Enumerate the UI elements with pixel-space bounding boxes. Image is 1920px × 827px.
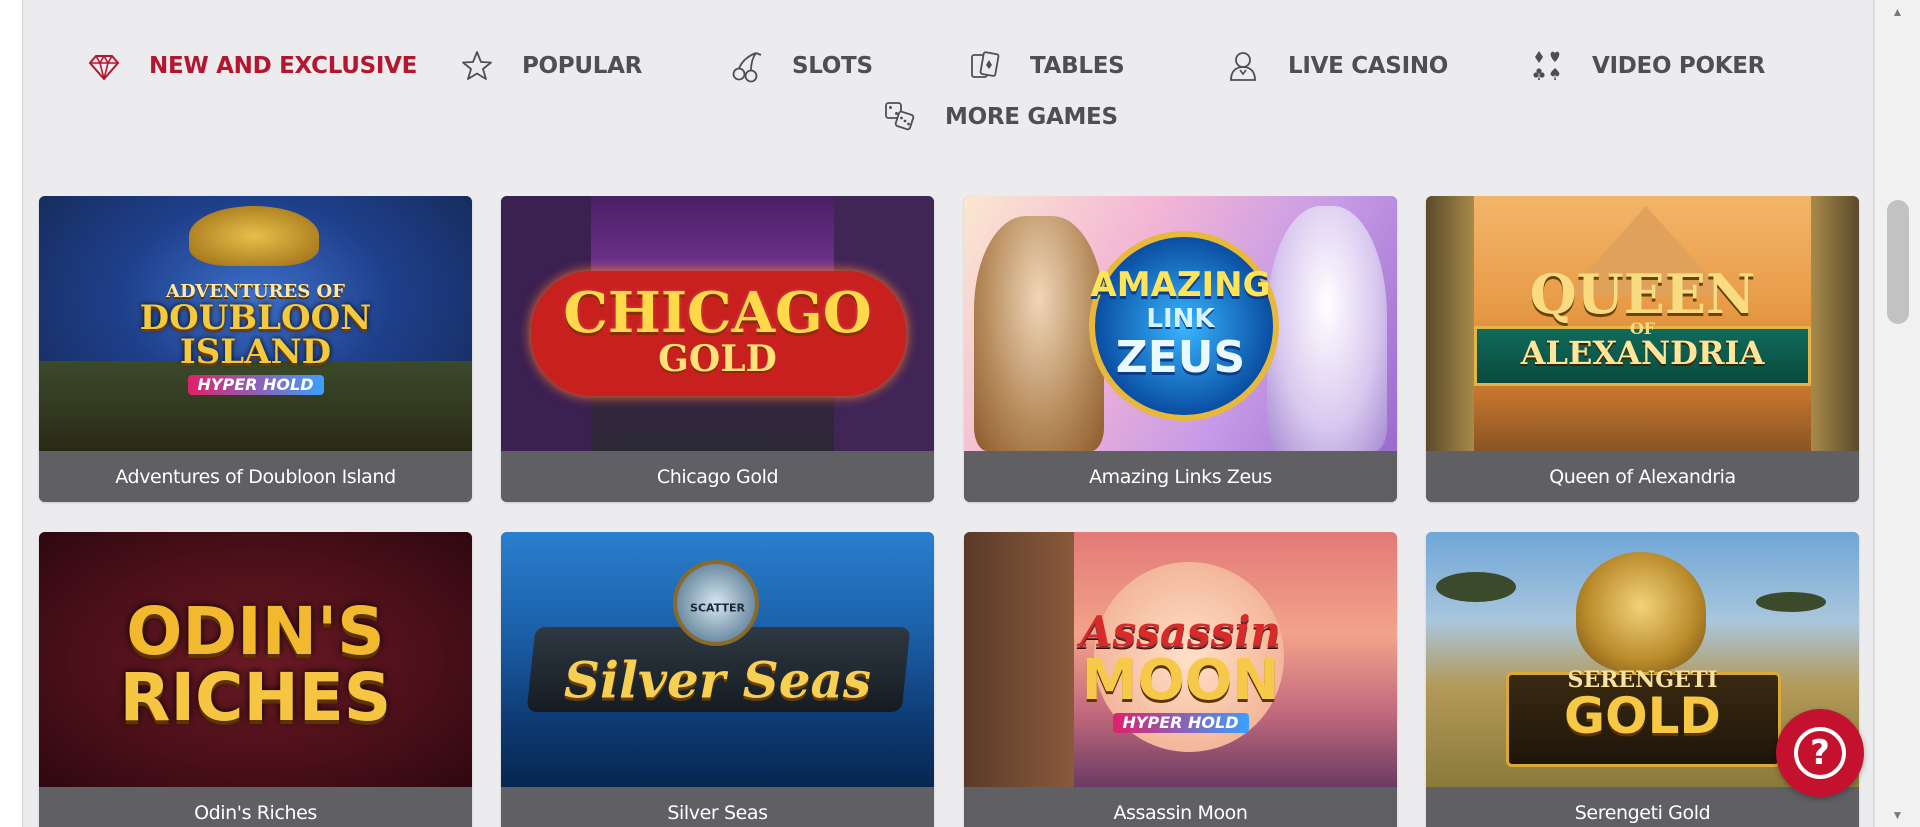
star-icon [460, 49, 494, 83]
logo-line: ISLAND [179, 331, 332, 372]
logo-line: LINK [1146, 303, 1215, 334]
nav-label: POPULAR [522, 53, 643, 79]
game-title: Silver Seas [501, 787, 934, 827]
diamond-icon [87, 49, 121, 83]
game-card-adventures-of-doubloon-island[interactable]: ADVENTURES OF DOUBLOON ISLAND HYPER HOLD… [39, 196, 472, 502]
game-card-chicago-gold[interactable]: CHICAGO GOLD Chicago Gold [501, 196, 934, 502]
vertical-scrollbar[interactable]: ▲ ▼ [1874, 0, 1920, 827]
logo-line: RICHES [119, 658, 392, 736]
game-title: Serengeti Gold [1426, 787, 1859, 827]
game-thumbnail: AMAZING LINK ZEUS [964, 196, 1397, 451]
logo-line: HYPER HOLD [187, 374, 324, 395]
game-card-odins-riches[interactable]: ODIN'S RICHES Odin's Riches [39, 532, 472, 827]
nav-item-live-casino[interactable]: LIVE CASINO [1226, 49, 1448, 83]
cards-icon [968, 49, 1002, 83]
logo-line: ODIN'S [126, 592, 385, 670]
game-title: Queen of Alexandria [1426, 451, 1859, 502]
nav-item-slots[interactable]: SLOTS [730, 49, 873, 83]
dealer-icon [1226, 49, 1260, 83]
logo-line: Silver Seas [563, 650, 872, 710]
game-card-amazing-links-zeus[interactable]: AMAZING LINK ZEUS Amazing Links Zeus [964, 196, 1397, 502]
logo-line: MOON [1081, 648, 1280, 714]
nav-item-new-and-exclusive[interactable]: NEW AND EXCLUSIVE [87, 49, 417, 83]
nav-label: LIVE CASINO [1288, 53, 1449, 79]
logo-line: GOLD [658, 338, 777, 381]
nav-label: NEW AND EXCLUSIVE [149, 53, 418, 79]
game-title: Adventures of Doubloon Island [39, 451, 472, 502]
nav-label: SLOTS [792, 53, 873, 79]
card-suits-icon [1530, 49, 1564, 83]
game-thumbnail: SCATTER Silver Seas [501, 532, 934, 787]
game-thumbnail: QUEEN OF ALEXANDRIA [1426, 196, 1859, 451]
dice-icon [883, 100, 917, 134]
game-title: Chicago Gold [501, 451, 934, 502]
scroll-up-arrow-icon[interactable]: ▲ [1892, 6, 1904, 18]
nav-label: TABLES [1030, 53, 1125, 79]
nav-label: VIDEO POKER [1592, 53, 1766, 79]
game-thumbnail: ADVENTURES OF DOUBLOON ISLAND HYPER HOLD [39, 196, 472, 451]
question-icon: ? [1794, 727, 1846, 779]
help-button[interactable]: ? [1776, 709, 1864, 797]
game-thumbnail: ODIN'S RICHES [39, 532, 472, 787]
game-card-assassin-moon[interactable]: Assassin MOON HYPER HOLD Assassin Moon [964, 532, 1397, 827]
logo-line: ZEUS [1115, 331, 1246, 383]
logo-line: SCATTER [690, 601, 745, 615]
scrollbar-thumb[interactable] [1886, 200, 1909, 324]
game-thumbnail: Assassin MOON HYPER HOLD [964, 532, 1397, 787]
nav-item-tables[interactable]: TABLES [968, 49, 1125, 83]
nav-item-popular[interactable]: POPULAR [460, 49, 642, 83]
logo-line: QUEEN [1529, 262, 1756, 327]
logo-line: CHICAGO [563, 280, 872, 347]
game-title: Assassin Moon [964, 787, 1397, 827]
nav-item-video-poker[interactable]: VIDEO POKER [1530, 49, 1765, 83]
logo-line: DOUBLOON [139, 297, 372, 338]
game-title: Odin's Riches [39, 787, 472, 827]
logo-line: ALEXANDRIA [1520, 334, 1765, 373]
logo-line: HYPER HOLD [1112, 713, 1249, 734]
page: NEW AND EXCLUSIVE POPULAR SLOTS TABLES L… [22, 0, 1874, 827]
scroll-down-arrow-icon[interactable]: ▼ [1892, 809, 1904, 821]
nav-label: MORE GAMES [945, 104, 1118, 130]
game-card-silver-seas[interactable]: SCATTER Silver Seas Silver Seas [501, 532, 934, 827]
nav-item-more-games[interactable]: MORE GAMES [883, 100, 1118, 134]
game-thumbnail: CHICAGO GOLD [501, 196, 934, 451]
game-title: Amazing Links Zeus [964, 451, 1397, 502]
game-card-queen-of-alexandria[interactable]: QUEEN OF ALEXANDRIA Queen of Alexandria [1426, 196, 1859, 502]
logo-line: Assassin [1080, 607, 1281, 657]
logo-line: AMAZING [1090, 264, 1271, 305]
cherries-icon [730, 49, 764, 83]
